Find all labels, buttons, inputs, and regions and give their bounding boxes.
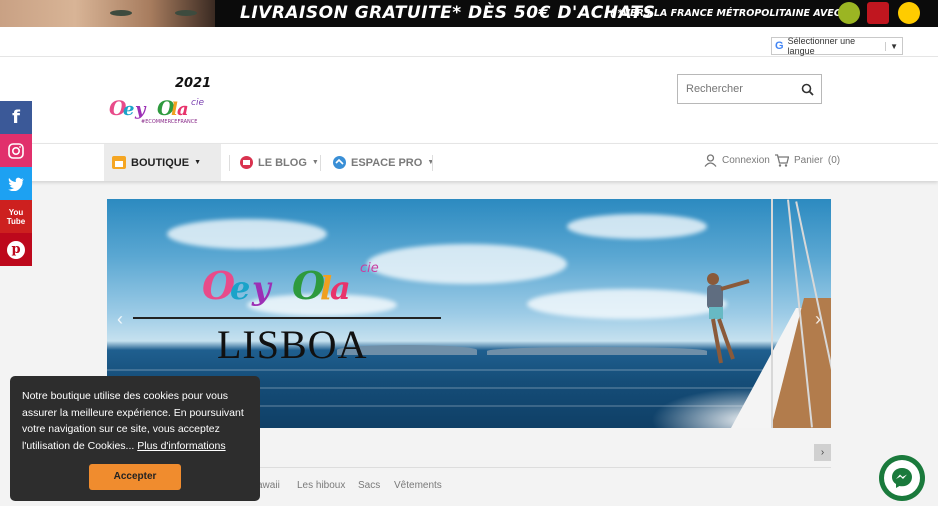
site-header: 2021 O e y O l a cie #ECOMMERCEFRANCE [0,57,938,143]
slide-caption: LISBOA [217,322,368,367]
twitter-icon [7,177,24,191]
pinterest-icon: p [7,240,25,259]
nav-item-boutique[interactable]: BOUTIQUE ▼ [104,144,221,181]
cart-link[interactable]: Panier (0) [775,154,840,167]
search-icon[interactable] [801,83,814,96]
slider-prev-arrow-icon[interactable]: ‹ [117,309,123,330]
youtube-link[interactable]: You Tube [0,200,32,233]
nav-item-espace-pro[interactable]: ESPACE PRO ▼ [333,144,434,181]
nav-label-espace-pro: ESPACE PRO [351,156,423,169]
svg-text:a: a [330,269,351,307]
caret-down-icon: ▼ [427,159,435,166]
category-link[interactable]: Sacs [358,480,380,491]
category-link[interactable]: awaii [257,480,280,491]
pinterest-link[interactable]: p [0,233,32,266]
site-logo[interactable]: 2021 O e y O l a cie #ECOMMERCEFRANCE [107,75,217,127]
mondial-relay-badge-icon [838,2,860,24]
chevron-down-icon: ▼ [885,41,902,51]
login-label: Connexion [722,155,770,166]
logo-suffix: cie [191,98,204,108]
instagram-icon [8,142,24,159]
slide-divider [133,317,441,319]
nav-item-blog[interactable]: LE BLOG ▼ [240,144,319,181]
twitter-link[interactable] [0,167,32,200]
sailor-figure [707,273,750,364]
facebook-link[interactable]: f [0,101,32,134]
cookie-accept-button[interactable]: Accepter [89,464,181,490]
svg-text:e: e [123,99,134,120]
caret-down-icon: ▼ [194,159,201,166]
svg-text:y: y [251,269,273,307]
svg-text:e: e [230,269,250,307]
nav-divider [320,155,321,171]
shop-icon [112,156,126,169]
facebook-icon: f [12,107,20,128]
relay-badge-icon [867,2,889,24]
cart-count: (0) [827,155,841,166]
messenger-icon [892,468,912,488]
category-link[interactable]: Vêtements [394,480,442,491]
logo-year: 2021 [175,76,211,91]
banner-main-text: LIVRAISON GRATUITE* DÈS 50€ D'ACHATS [240,3,656,23]
slide-brand-logo: O e y O l a cie [202,261,379,308]
language-bar: G Sélectionner une langue ▼ [0,27,938,57]
caret-down-icon: ▼ [311,159,319,166]
language-select-label: Sélectionner une langue [787,36,856,56]
cookie-more-info-link[interactable]: Plus d'informations [137,440,225,452]
banner-portrait-image [0,0,215,27]
banner-sub-text: ( *VERS LA FRANCE MÉTROPOLITAINE AVEC [610,8,841,19]
nav-label-blog: LE BLOG [258,156,307,169]
nav-label-boutique: BOUTIQUE [131,156,190,169]
google-icon: G [775,40,784,52]
blog-icon [240,156,253,169]
svg-text:y: y [134,99,147,120]
messenger-chat-button[interactable] [879,455,925,501]
cookie-consent-popup: Notre boutique utilise des cookies pour … [10,376,260,501]
main-nav: BOUTIQUE ▼ LE BLOG ▼ ESPACE PRO ▼ Connex… [0,143,938,181]
slider-next-arrow-icon[interactable]: › [815,309,821,330]
pro-icon [333,156,346,169]
nav-divider [432,155,433,171]
category-next-button[interactable]: › [814,444,831,461]
cart-icon [775,154,789,167]
logo-tagline: #ECOMMERCEFRANCE [141,119,197,125]
youtube-icon: You Tube [6,207,26,226]
login-link[interactable]: Connexion [704,154,770,167]
cart-label: Panier [794,155,823,166]
user-icon [704,154,717,167]
search-input[interactable] [686,83,796,95]
nav-divider [229,155,230,171]
svg-text:a: a [177,99,189,120]
la-poste-badge-icon [898,2,920,24]
search-box [677,74,822,104]
promo-banner[interactable]: LIVRAISON GRATUITE* DÈS 50€ D'ACHATS ( *… [0,0,938,27]
slide-logo-suffix: cie [360,261,379,276]
category-link[interactable]: Les hiboux [297,480,345,491]
instagram-link[interactable] [0,134,32,167]
language-select[interactable]: G Sélectionner une langue ▼ [771,36,903,56]
